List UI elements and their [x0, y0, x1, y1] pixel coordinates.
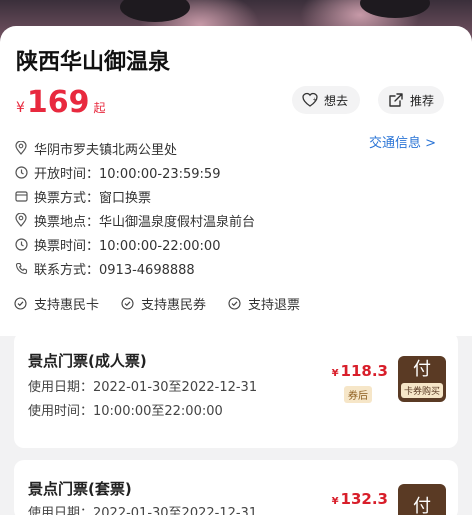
share-icon	[389, 93, 403, 107]
price-suffix: 起	[93, 101, 106, 115]
recommend-label: 推荐	[410, 93, 435, 108]
pay-button[interactable]: 付	[398, 484, 446, 515]
info-open-time: 开放时间：10:00:00-23:59:59	[14, 160, 255, 184]
info-exchange-time-text: 换票时间：10:00:00-22:00:00	[34, 238, 221, 254]
ticket-title: 景点门票(成人票)	[28, 352, 147, 370]
feature-item: 支持惠民券	[121, 294, 206, 313]
pay-button[interactable]: 付 卡券购买	[398, 356, 446, 402]
pay-label: 付	[413, 496, 431, 515]
feature-label: 支持惠民卡	[34, 298, 100, 313]
price-currency: ¥	[16, 100, 25, 116]
ticket-price: ¥118.3	[332, 362, 388, 380]
heart-icon: +	[302, 92, 318, 107]
info-exchange-place-text: 换票地点：华山御温泉度假村温泉前台	[34, 214, 256, 230]
want-button[interactable]: + 想去	[292, 86, 360, 114]
venue-price: ¥ 169 起	[16, 88, 106, 124]
info-exchange-time: 换票时间：10:00:00-22:00:00	[14, 232, 255, 256]
info-address: 华阴市罗夫镇北两公里处	[14, 136, 255, 160]
feature-label: 支持惠民券	[141, 298, 207, 313]
location-pin-icon	[14, 213, 28, 227]
price-value: 169	[26, 85, 90, 120]
phone-icon	[14, 261, 28, 275]
info-exchange-method: 换票方式：窗口换票	[14, 184, 255, 208]
info-exchange-place: 换票地点：华山御温泉度假村温泉前台	[14, 208, 255, 232]
ticket-icon	[14, 189, 28, 203]
info-address-text: 华阴市罗夫镇北两公里处	[34, 142, 178, 158]
venue-info-list: 华阴市罗夫镇北两公里处 开放时间：10:00:00-23:59:59 换票方式：…	[14, 136, 255, 280]
recommend-button[interactable]: 推荐	[378, 86, 444, 114]
info-open-time-text: 开放时间：10:00:00-23:59:59	[34, 166, 221, 182]
ticket-price-currency: ¥	[331, 496, 339, 507]
info-contact-text: 联系方式：0913-4698888	[34, 262, 195, 278]
check-circle-icon	[14, 296, 28, 311]
ticket-date: 使用日期：2022-01-30至2022-12-31	[28, 506, 258, 515]
check-circle-icon	[228, 296, 242, 311]
ticket-date: 使用日期：2022-01-30至2022-12-31	[28, 380, 258, 395]
ticket-price-value: 118.3	[340, 362, 388, 380]
ticket-title: 景点门票(套票)	[28, 480, 132, 498]
location-pin-icon	[14, 141, 28, 155]
info-contact[interactable]: 联系方式：0913-4698888	[14, 256, 255, 280]
check-circle-icon	[121, 296, 135, 311]
clock-icon	[14, 237, 28, 251]
ticket-price-value: 132.3	[340, 490, 388, 508]
feature-item: 支持退票	[228, 294, 300, 313]
svg-text:+: +	[313, 97, 317, 103]
feature-item: 支持惠民卡	[14, 294, 99, 313]
info-exchange-method-text: 换票方式：窗口换票	[34, 190, 152, 206]
want-label: 想去	[324, 93, 349, 108]
clock-icon	[14, 165, 28, 179]
ticket-card[interactable]: 景点门票(套票) 使用日期：2022-01-30至2022-12-31 ¥132…	[14, 460, 458, 515]
ticket-price-note: 券后	[344, 386, 372, 403]
pay-sub-label: 卡券购买	[400, 382, 443, 398]
traffic-info-link[interactable]: 交通信息 >	[369, 132, 436, 151]
venue-title: 陕西华山御温泉	[16, 50, 171, 75]
ticket-price-currency: ¥	[331, 368, 339, 379]
ticket-time: 使用时间：10:00:00至22:00:00	[28, 404, 223, 419]
ticket-card[interactable]: 景点门票(成人票) 使用日期：2022-01-30至2022-12-31 使用时…	[14, 332, 458, 448]
pay-label: 付	[413, 358, 431, 380]
ticket-price: ¥132.3	[332, 490, 388, 508]
feature-list: 支持惠民卡 支持惠民券 支持退票	[14, 294, 322, 313]
feature-label: 支持退票	[248, 298, 301, 313]
